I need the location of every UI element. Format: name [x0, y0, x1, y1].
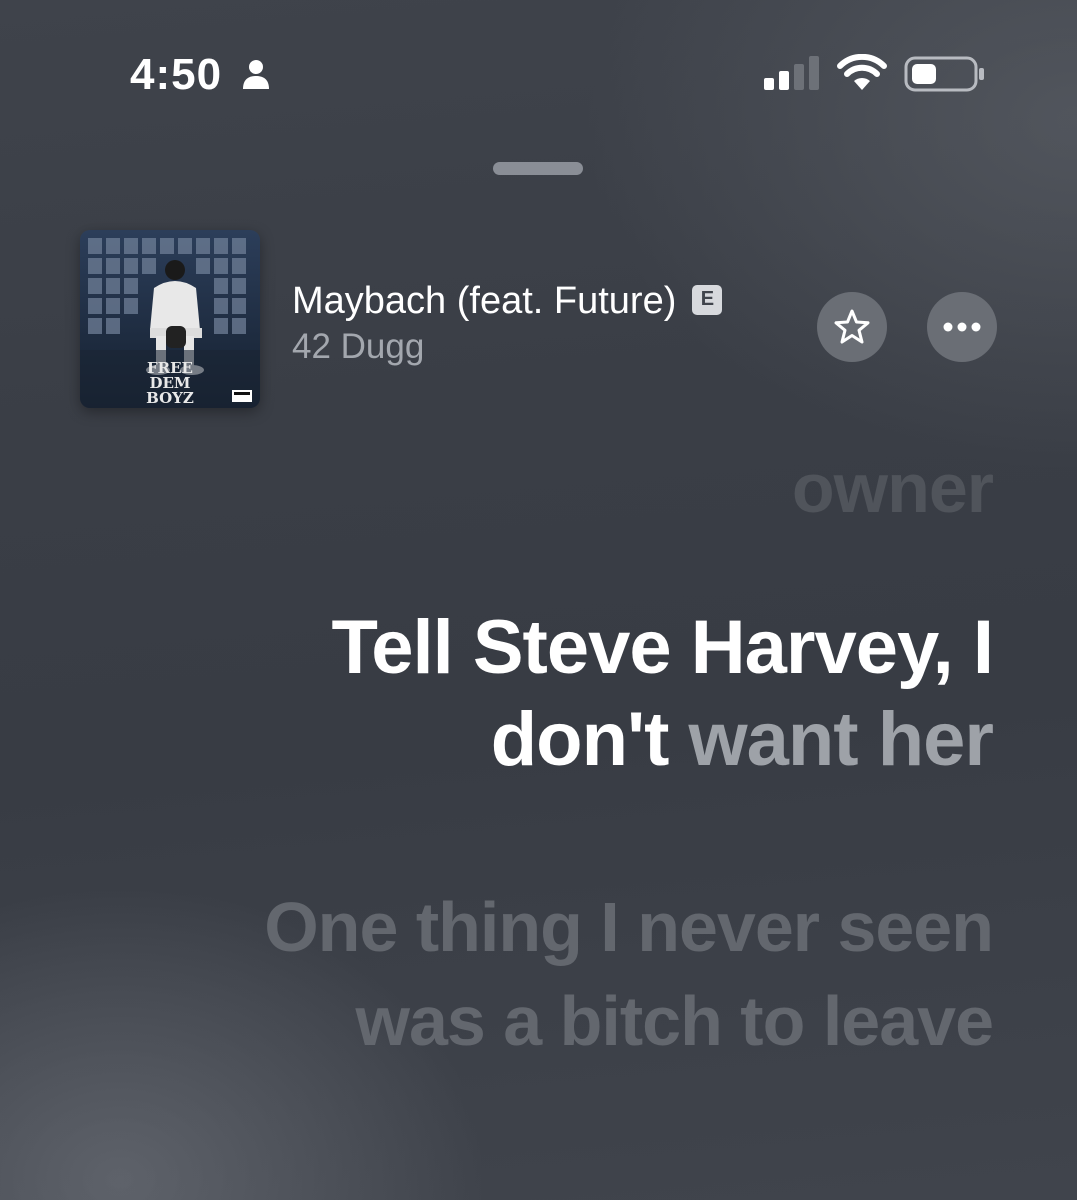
ellipsis-icon	[943, 322, 981, 332]
favorite-button[interactable]	[817, 292, 887, 362]
album-artwork[interactable]: FREE DEM BOYZ	[80, 230, 260, 408]
track-info[interactable]: Maybach (feat. Future) E 42 Dugg	[292, 280, 812, 367]
person-icon	[243, 60, 269, 89]
explicit-badge: E	[692, 284, 723, 315]
sheet-grabber[interactable]	[493, 162, 583, 175]
wifi-icon	[837, 54, 887, 90]
cellular-signal-icon	[764, 56, 819, 90]
album-cover-art: FREE DEM BOYZ	[80, 230, 260, 408]
star-icon	[834, 309, 870, 344]
track-title: Maybach (feat. Future)	[292, 280, 677, 322]
artwork-text-line3: BOYZ	[146, 389, 194, 407]
battery-icon	[904, 56, 984, 92]
lyric-line-current[interactable]: Tell Steve Harvey, I don't want her	[193, 602, 994, 786]
lyric-line-previous[interactable]: owner	[193, 448, 994, 528]
status-time: 4:50	[130, 50, 223, 99]
track-title-row: Maybach (feat. Future) E	[292, 280, 812, 323]
status-bar: 4:50	[0, 40, 1077, 110]
more-options-button[interactable]	[927, 292, 997, 362]
lyric-line-next[interactable]: One thing I never seen was a bitch to le…	[193, 880, 994, 1068]
lyric-current-unsung: want her	[668, 697, 994, 782]
track-artist[interactable]: 42 Dugg	[292, 327, 812, 367]
